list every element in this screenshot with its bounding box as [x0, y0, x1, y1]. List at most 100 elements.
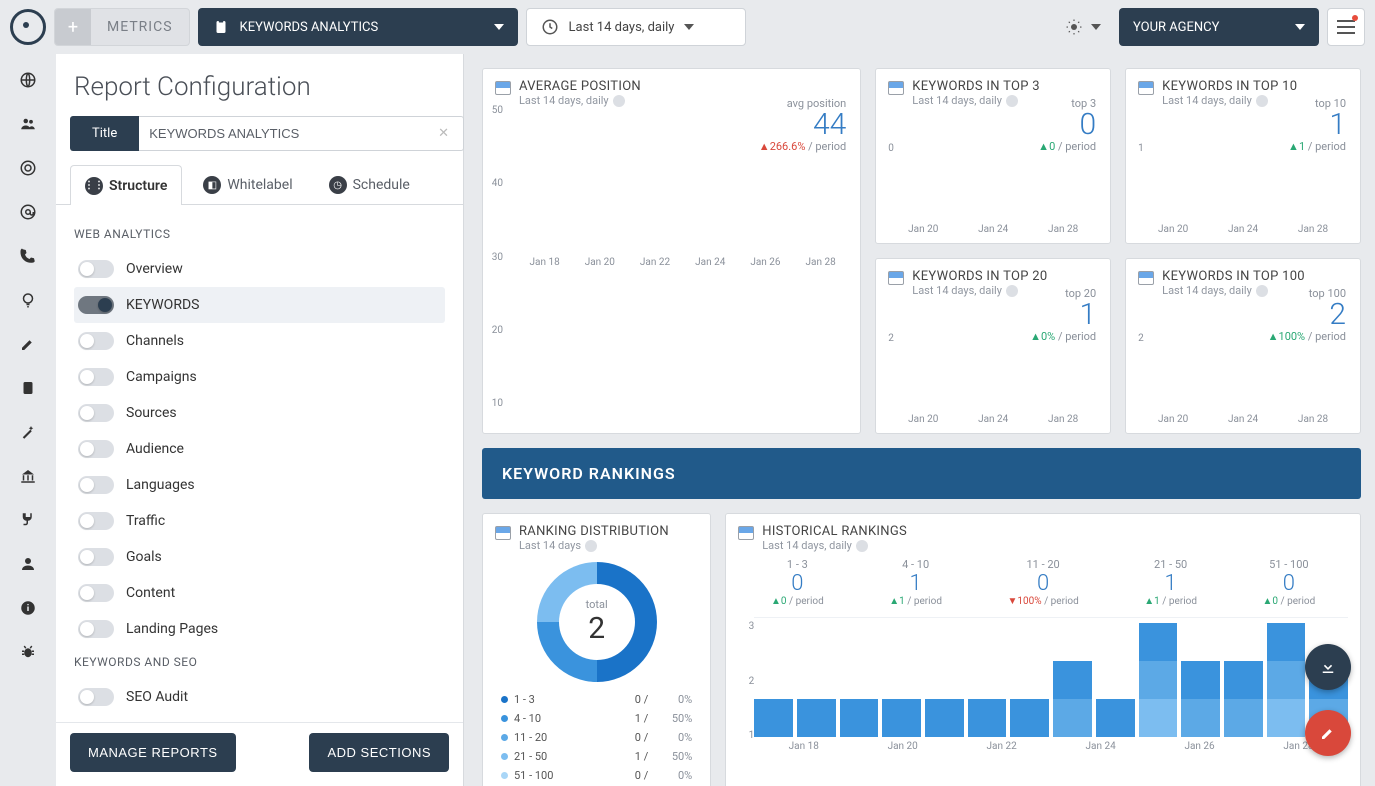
metrics-label: METRICS: [91, 19, 189, 35]
widget-icon: [1138, 81, 1154, 95]
card-top-3: KEYWORDS IN TOP 3Last 14 days, daily top…: [875, 68, 1111, 244]
section-toggle[interactable]: KEYWORDS: [74, 287, 445, 323]
tab-structure[interactable]: ⋮⋮Structure: [70, 165, 182, 205]
date-range-selector[interactable]: Last 14 days, daily: [526, 8, 746, 46]
plug-icon[interactable]: [18, 510, 38, 530]
section-toggle[interactable]: Channels: [74, 323, 445, 359]
toggle-switch[interactable]: [78, 296, 114, 314]
add-sections-button[interactable]: ADD SECTIONS: [309, 733, 449, 772]
section-heading: WEB ANALYTICS: [74, 227, 445, 241]
pencil-icon[interactable]: [18, 334, 38, 354]
info-icon[interactable]: [18, 598, 38, 618]
title-input[interactable]: [139, 116, 464, 151]
toggle-label: Channels: [126, 333, 184, 349]
phone-icon[interactable]: [18, 246, 38, 266]
legend-item: 51 - 1000 /0%: [501, 766, 692, 785]
plus-icon: +: [55, 9, 91, 45]
download-icon: [1319, 658, 1337, 676]
section-toggle[interactable]: Overview: [74, 251, 445, 287]
toggle-switch[interactable]: [78, 440, 114, 458]
toggle-label: KEYWORDS: [126, 297, 199, 313]
info-icon[interactable]: [585, 540, 597, 552]
toggle-label: Sources: [126, 405, 177, 421]
toggle-switch[interactable]: [78, 260, 114, 278]
globe-icon[interactable]: [18, 70, 38, 90]
toggle-label: Goals: [126, 549, 162, 565]
legend-item: 11 - 200 /0%: [501, 728, 692, 747]
widget-icon: [738, 526, 754, 540]
date-range-label: Last 14 days, daily: [569, 20, 675, 35]
toggle-label: Languages: [126, 477, 195, 493]
user-icon[interactable]: [18, 554, 38, 574]
card-historical-rankings: HISTORICAL RANKINGSLast 14 days, daily 1…: [725, 513, 1361, 786]
toggle-switch[interactable]: [78, 404, 114, 422]
legend-item: 21 - 501 /50%: [501, 747, 692, 766]
theme-toggle[interactable]: [1055, 18, 1111, 36]
section-toggle[interactable]: SEO Audit: [74, 679, 445, 715]
sun-moon-icon: [1065, 18, 1083, 36]
users-icon[interactable]: [18, 114, 38, 134]
menu-button[interactable]: [1327, 8, 1365, 46]
at-icon[interactable]: [18, 202, 38, 222]
tab-whitelabel[interactable]: ◧Whitelabel: [188, 165, 307, 204]
section-toggle[interactable]: Goals: [74, 539, 445, 575]
legend-item: 4 - 101 /50%: [501, 709, 692, 728]
info-icon[interactable]: [1006, 285, 1018, 297]
card-title: AVERAGE POSITION: [519, 79, 641, 94]
info-icon[interactable]: [1256, 285, 1268, 297]
download-fab[interactable]: [1305, 644, 1351, 690]
legend-item: 1 - 30 /0%: [501, 690, 692, 709]
widget-icon: [1138, 271, 1154, 285]
card-top-100: KEYWORDS IN TOP 100Last 14 days, daily t…: [1125, 258, 1361, 434]
info-icon[interactable]: [856, 540, 868, 552]
hist-bin: 1 - 30▲0 / period: [771, 558, 824, 607]
title-field-label: Title: [70, 116, 139, 151]
structure-icon: ⋮⋮: [85, 177, 103, 195]
agency-label: YOUR AGENCY: [1133, 20, 1219, 35]
toggle-label: SEO Audit: [126, 689, 188, 705]
target-icon[interactable]: [18, 158, 38, 178]
info-icon[interactable]: [1006, 95, 1018, 107]
whitelabel-icon: ◧: [203, 176, 221, 194]
toggle-switch[interactable]: [78, 584, 114, 602]
report-selector-label: KEYWORDS ANALYTICS: [240, 20, 379, 35]
donut-chart: total2: [537, 562, 657, 682]
clear-title-icon[interactable]: ✕: [438, 126, 449, 141]
section-toggle[interactable]: Campaigns: [74, 359, 445, 395]
toggle-switch[interactable]: [78, 620, 114, 638]
bug-icon[interactable]: [18, 642, 38, 662]
hist-bin: 11 - 200▼100% / period: [1007, 558, 1078, 607]
wand-icon[interactable]: [18, 422, 38, 442]
section-toggle[interactable]: Audience: [74, 431, 445, 467]
manage-reports-button[interactable]: MANAGE REPORTS: [70, 733, 236, 772]
info-icon[interactable]: [1256, 95, 1268, 107]
section-toggle[interactable]: Content: [74, 575, 445, 611]
app-logo[interactable]: [10, 9, 46, 45]
toggle-switch[interactable]: [78, 476, 114, 494]
info-icon[interactable]: [613, 95, 625, 107]
bulb-icon[interactable]: [18, 290, 38, 310]
clock-icon: [541, 18, 559, 36]
add-metrics-button[interactable]: + METRICS: [54, 8, 190, 46]
report-selector[interactable]: KEYWORDS ANALYTICS: [198, 8, 518, 46]
toggle-switch[interactable]: [78, 548, 114, 566]
toggle-switch[interactable]: [78, 512, 114, 530]
section-toggle[interactable]: Sources: [74, 395, 445, 431]
config-panel: Report Configuration Title ✕ ⋮⋮Structure…: [56, 54, 464, 786]
bank-icon[interactable]: [18, 466, 38, 486]
agency-selector[interactable]: YOUR AGENCY: [1119, 8, 1319, 46]
section-toggle[interactable]: Languages: [74, 467, 445, 503]
schedule-icon: ◷: [329, 176, 347, 194]
section-toggle[interactable]: Landing Pages: [74, 611, 445, 647]
toggle-switch[interactable]: [78, 688, 114, 706]
hist-bin: 4 - 101▲1 / period: [889, 558, 942, 607]
section-toggle[interactable]: Traffic: [74, 503, 445, 539]
edit-fab[interactable]: [1305, 710, 1351, 756]
toggle-switch[interactable]: [78, 368, 114, 386]
toggle-label: Content: [126, 585, 175, 601]
tab-schedule[interactable]: ◷Schedule: [314, 165, 425, 204]
toggle-switch[interactable]: [78, 332, 114, 350]
clipboard-nav-icon[interactable]: [18, 378, 38, 398]
card-top-20: KEYWORDS IN TOP 20Last 14 days, daily to…: [875, 258, 1111, 434]
hist-bin: 51 - 1000▲0 / period: [1263, 558, 1316, 607]
